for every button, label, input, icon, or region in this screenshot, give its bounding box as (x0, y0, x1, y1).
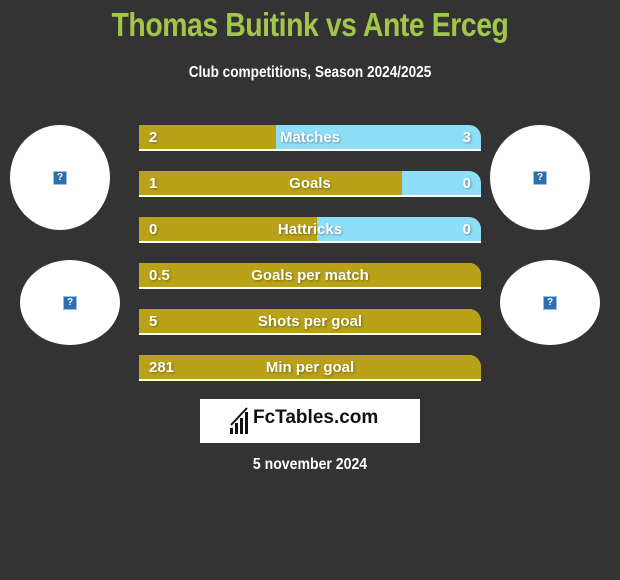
stat-row-min-per-goal: 281 Min per goal (139, 355, 481, 381)
stat-row-shots-per-goal: 5 Shots per goal (139, 309, 481, 335)
broken-image-icon: ? (533, 170, 547, 185)
stat-label: Min per goal (265, 359, 355, 376)
stat-label: Goals per match (251, 267, 369, 284)
left-club-logo: ? (20, 260, 120, 345)
fctables-logo[interactable]: FcTables.com (200, 399, 420, 443)
bar-chart-icon (230, 407, 248, 434)
stat-label: Matches (279, 129, 341, 146)
competition-subtitle: Club competitions, Season 2024/2025 (188, 64, 432, 81)
stats-comparison: 2 Matches 3 1 Goals 0 0 Hattricks 0 0.5 … (139, 125, 481, 401)
right-club-logo: ? (500, 260, 600, 345)
stat-row-goals: 1 Goals 0 (139, 171, 481, 197)
date-label: 5 november 2024 (252, 456, 368, 473)
broken-image-icon: ? (63, 295, 77, 310)
stat-row-matches: 2 Matches 3 (139, 125, 481, 151)
stat-row-hattricks: 0 Hattricks 0 (139, 217, 481, 243)
left-player-avatar: ? (10, 125, 110, 230)
right-value: 3 (462, 129, 471, 146)
logo-text: FcTables.com (253, 407, 379, 428)
page-title: Thomas Buitink vs Ante Erceg (111, 6, 509, 43)
broken-image-icon: ? (53, 170, 67, 185)
stat-label: Goals (289, 175, 331, 192)
stat-label: Hattricks (277, 221, 343, 238)
stat-row-goals-per-match: 0.5 Goals per match (139, 263, 481, 289)
stat-label: Shots per goal (257, 313, 363, 330)
right-value: 0 (462, 221, 471, 238)
right-value: 0 (462, 175, 471, 192)
right-player-avatar: ? (490, 125, 590, 230)
broken-image-icon: ? (543, 295, 557, 310)
